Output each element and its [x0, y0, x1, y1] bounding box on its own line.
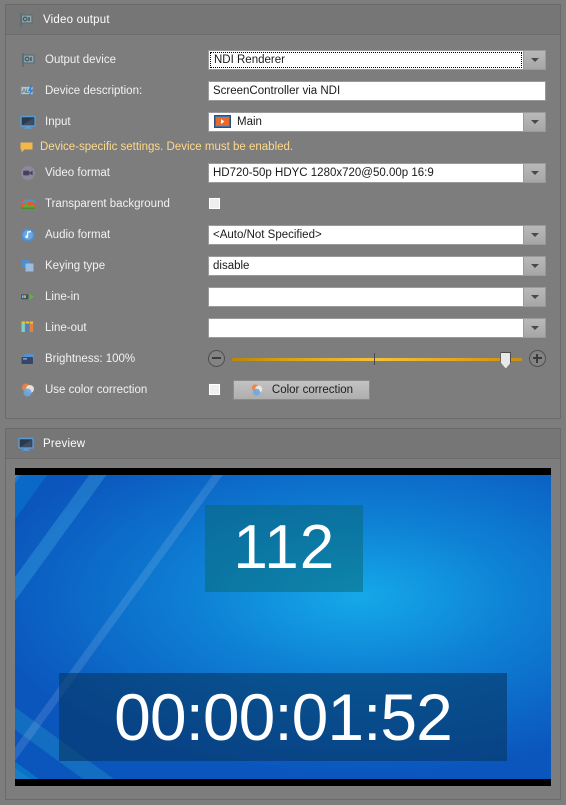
preview-panel: Preview 112 00:00:01:52: [5, 428, 561, 800]
line-in-value: [209, 288, 523, 306]
preview-body: 112 00:00:01:52: [6, 459, 560, 799]
row-output-device: Output device NDI Renderer: [6, 44, 560, 75]
row-device-description: AL Device description: ScreenController …: [6, 75, 560, 106]
preview-counter-overlay: 112: [205, 504, 364, 592]
video-format-value: HD720-50p HDYC 1280x720@50.00p 16:9: [213, 166, 434, 179]
chevron-down-icon[interactable]: [523, 287, 545, 306]
label-audio-format: Audio format: [45, 228, 111, 241]
row-transparent-background: Transparent background: [6, 188, 560, 219]
chevron-down-icon[interactable]: [523, 256, 545, 275]
color-correction-icon: [250, 383, 264, 397]
row-input: Input Main: [6, 106, 560, 137]
preview-header: Preview: [6, 429, 560, 459]
label-output-device: Output device: [45, 53, 116, 66]
brightness-slider[interactable]: [232, 351, 522, 369]
chevron-down-icon[interactable]: [523, 318, 545, 337]
slider-center-tick: [374, 352, 376, 365]
line-out-value: [209, 319, 523, 337]
music-note-icon: [20, 227, 36, 243]
row-brightness: Brightness: 100%: [6, 343, 560, 374]
label-line-out: Line-out: [45, 321, 87, 334]
label-use-color-correction: Use color correction: [45, 383, 148, 396]
brightness-icon: [20, 351, 36, 367]
keying-type-combobox[interactable]: disable: [208, 255, 546, 276]
video-output-header: Video output: [6, 5, 560, 35]
use-color-correction-checkbox[interactable]: [208, 383, 221, 396]
letterbox-top: [15, 468, 551, 475]
brightness-slider-group: [208, 350, 546, 369]
row-audio-format: Audio format <Auto/Not Specified>: [6, 219, 560, 250]
line-out-combobox[interactable]: [208, 317, 546, 338]
device-specific-note: Device-specific settings. Device must be…: [6, 137, 560, 157]
row-keying-type: Keying type disable: [6, 250, 560, 281]
row-line-in: Line-in: [6, 281, 560, 312]
chevron-down-icon[interactable]: [523, 225, 545, 244]
preview-timecode-value: 00:00:01:52: [114, 679, 453, 754]
label-device-description: Device description:: [45, 84, 143, 97]
brightness-decrease-button[interactable]: [208, 350, 225, 367]
note-balloon-icon: [20, 141, 33, 154]
panel-title: Video output: [43, 13, 110, 26]
video-output-icon: [18, 12, 34, 28]
label-keying-type: Keying type: [45, 259, 106, 272]
line-in-icon: [20, 289, 36, 305]
color-correction-icon: [20, 382, 36, 398]
transparent-background-checkbox[interactable]: [208, 197, 221, 210]
row-line-out: Line-out: [6, 312, 560, 343]
alt-text-icon: AL: [20, 83, 36, 99]
panel-title: Preview: [43, 437, 86, 450]
image-icon: [20, 196, 36, 212]
video-output-icon: [20, 52, 36, 68]
color-correction-button[interactable]: Color correction: [233, 379, 370, 400]
slider-track: [232, 357, 522, 361]
slider-thumb[interactable]: [500, 351, 512, 369]
brightness-increase-button[interactable]: [529, 350, 546, 367]
input-combobox[interactable]: Main: [208, 111, 546, 132]
keying-icon: [20, 258, 36, 274]
label-brightness: Brightness: 100%: [45, 352, 136, 365]
camera-icon: [20, 165, 36, 181]
output-device-value: NDI Renderer: [210, 51, 522, 68]
chevron-down-icon[interactable]: [523, 163, 545, 182]
video-output-form: Output device NDI Renderer AL Device des…: [6, 35, 560, 405]
monitor-icon: [18, 436, 34, 452]
preview-video[interactable]: 112 00:00:01:52: [15, 468, 551, 786]
input-value: Main: [237, 115, 262, 128]
note-text: Device-specific settings. Device must be…: [40, 141, 294, 153]
row-use-color-correction: Use color correction Color correction: [6, 374, 560, 405]
monitor-icon: [20, 114, 36, 130]
chevron-down-icon[interactable]: [523, 112, 545, 131]
output-device-combobox[interactable]: NDI Renderer: [208, 49, 546, 70]
audio-format-combobox[interactable]: <Auto/Not Specified>: [208, 224, 546, 245]
letterbox-bottom: [15, 779, 551, 786]
preview-timecode-overlay: 00:00:01:52: [58, 673, 508, 761]
label-line-in: Line-in: [45, 290, 80, 303]
label-video-format: Video format: [45, 166, 110, 179]
row-video-format: Video format HD720-50p HDYC 1280x720@50.…: [6, 157, 560, 188]
keying-type-value: disable: [213, 259, 250, 272]
device-description-input[interactable]: ScreenController via NDI: [208, 80, 546, 101]
line-out-icon: [20, 320, 36, 336]
color-correction-button-label: Color correction: [271, 383, 354, 396]
preview-counter-value: 112: [233, 513, 336, 583]
media-thumbnail-icon: [214, 115, 231, 128]
video-output-panel: Video output Output device NDI Renderer: [5, 4, 561, 419]
chevron-down-icon[interactable]: [523, 50, 545, 69]
label-input: Input: [45, 115, 71, 128]
audio-format-value: <Auto/Not Specified>: [213, 228, 322, 241]
label-transparent-background: Transparent background: [45, 197, 170, 210]
line-in-combobox[interactable]: [208, 286, 546, 307]
video-format-combobox[interactable]: HD720-50p HDYC 1280x720@50.00p 16:9: [208, 162, 546, 183]
